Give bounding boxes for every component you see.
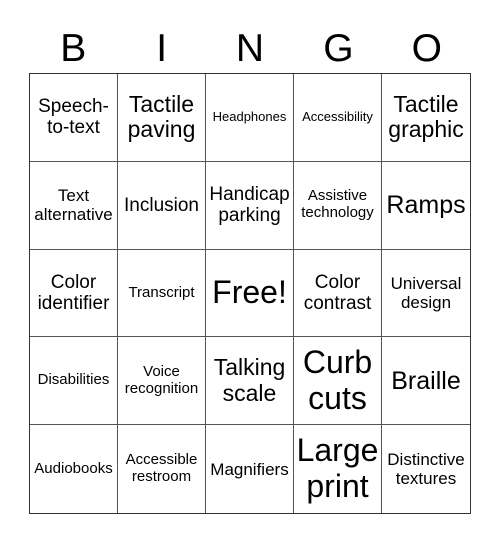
bingo-cell[interactable]: Large print	[294, 425, 382, 513]
bingo-cell[interactable]: Speech-to-text	[30, 74, 118, 162]
free-space-cell[interactable]: Free!	[206, 249, 294, 338]
bingo-cell[interactable]: Tactile paving	[118, 74, 206, 162]
bingo-cell[interactable]: Magnifiers	[206, 425, 294, 513]
header-letter-n: N	[235, 27, 265, 70]
bingo-cell[interactable]: Accessible restroom	[118, 425, 206, 513]
bingo-card: Speech-to-text Tactile paving Headphones…	[29, 73, 471, 514]
bingo-cell[interactable]: Inclusion	[118, 161, 206, 250]
bingo-cell[interactable]: Disabilities	[30, 337, 118, 426]
bingo-cell[interactable]: Color identifier	[30, 249, 118, 338]
bingo-cell[interactable]: Talking scale	[206, 337, 294, 426]
bingo-cell[interactable]: Distinctive textures	[382, 425, 470, 513]
bingo-cell[interactable]: Assistive technology	[294, 161, 382, 250]
header-letter-i: I	[156, 27, 168, 70]
bingo-cell[interactable]: Accessibility	[294, 74, 382, 162]
bingo-header: B I N G O	[29, 26, 471, 72]
bingo-cell[interactable]: Audiobooks	[30, 425, 118, 513]
bingo-cell[interactable]: Ramps	[382, 162, 470, 250]
bingo-cell[interactable]: Voice recognition	[118, 337, 206, 426]
bingo-cell[interactable]: Universal design	[382, 250, 470, 338]
bingo-cell[interactable]: Braille	[382, 337, 470, 426]
header-letter-o: O	[411, 27, 442, 70]
bingo-cell[interactable]: Transcript	[118, 249, 206, 338]
bingo-cell[interactable]: Tactile graphic	[382, 74, 470, 162]
bingo-cell[interactable]: Curb cuts	[294, 337, 382, 426]
bingo-cell[interactable]: Color contrast	[294, 249, 382, 338]
bingo-cell[interactable]: Handicap parking	[206, 161, 294, 250]
bingo-cell[interactable]: Headphones	[206, 74, 294, 162]
header-letter-g: G	[323, 27, 354, 70]
bingo-cell[interactable]: Text alternative	[30, 161, 118, 250]
header-letter-b: B	[60, 27, 87, 70]
